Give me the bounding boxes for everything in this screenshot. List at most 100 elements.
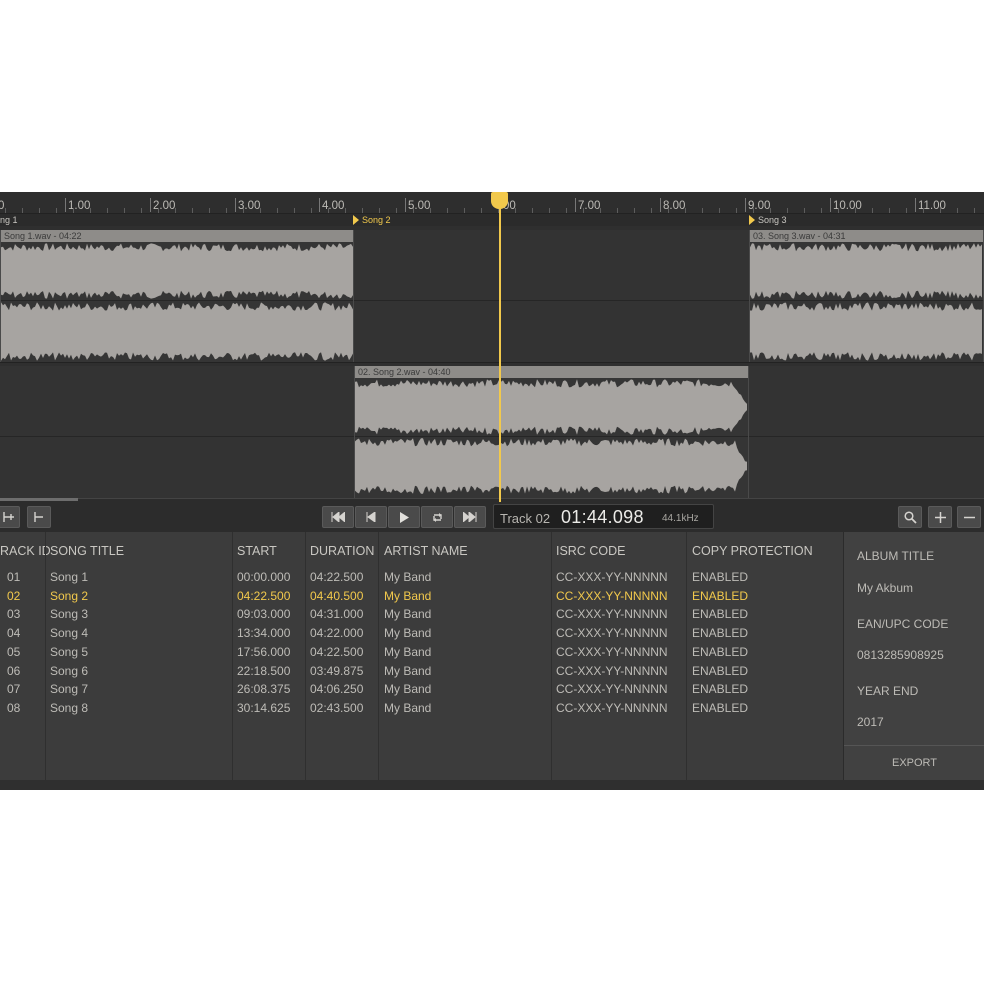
track-marker[interactable]: Song 3 xyxy=(749,214,787,226)
cell-isrc: CC-XXX-YY-NNNNN xyxy=(556,607,668,622)
cell-protection: ENABLED xyxy=(692,588,749,603)
export-button[interactable]: EXPORT xyxy=(844,746,984,780)
zoom-in-button[interactable] xyxy=(928,506,952,528)
cell-duration: 02:43.500 xyxy=(310,700,364,715)
current-time-readout: 01:44.098 xyxy=(561,507,644,527)
marker-label: Song 3 xyxy=(758,215,787,225)
skip-to-start-button[interactable] xyxy=(322,506,354,528)
waveform-right-channel xyxy=(355,437,748,495)
cell-artist: My Band xyxy=(384,626,432,641)
header-duration[interactable]: DURATION xyxy=(310,544,374,558)
skip-start-icon xyxy=(331,512,345,522)
ruler-minor-tick xyxy=(974,208,975,213)
ruler-minor-tick xyxy=(549,208,550,213)
ruler-minor-tick xyxy=(617,208,618,213)
loop-button[interactable] xyxy=(421,506,453,528)
ruler-minor-tick xyxy=(175,208,176,213)
ruler-minor-tick xyxy=(702,208,703,213)
ruler-minor-tick xyxy=(430,208,431,213)
channel-separator xyxy=(0,436,354,437)
ruler-minor-tick xyxy=(634,208,635,213)
ruler-minor-tick xyxy=(583,208,584,213)
marker-label: Song 2 xyxy=(362,215,391,225)
ruler-minor-tick xyxy=(243,208,244,213)
ruler-minor-tick xyxy=(124,208,125,213)
cell-protection: ENABLED xyxy=(692,607,749,622)
ruler-minor-tick xyxy=(464,208,465,213)
marker-flag-icon xyxy=(749,215,755,225)
ruler-minor-tick xyxy=(345,208,346,213)
track-area[interactable]: Song 1.wav - 04:22 02. Song 2.wav - 04:4… xyxy=(0,226,984,498)
cell-duration: 04:22.500 xyxy=(310,570,364,584)
cell-protection: ENABLED xyxy=(692,682,749,697)
cell-protection: ENABLED xyxy=(692,700,749,715)
transport-bar: Track 02 01:44.098 44.1kHz xyxy=(0,498,984,532)
marker-strip[interactable]: ong 1 Song 2 Song 3 xyxy=(0,214,984,226)
cell-duration: 04:06.250 xyxy=(310,682,364,697)
header-track-id[interactable]: RACK ID xyxy=(0,544,51,558)
ruler-minor-tick xyxy=(192,208,193,213)
track-marker[interactable]: ong 1 xyxy=(0,214,18,226)
ruler-minor-tick xyxy=(923,208,924,213)
zoom-in-icon xyxy=(934,511,946,523)
add-marker-icon xyxy=(3,512,14,522)
ruler-tick-label: 0 xyxy=(0,200,5,212)
cell-duration: 04:31.000 xyxy=(310,607,364,622)
clip-song-3[interactable]: 03. Song 3.wav - 04:31 xyxy=(749,230,984,362)
audio-editor-window: 0 1.00 2.00 3.00 4.00 5.00 00 7.00 8.00 9.00 10.00… xyxy=(0,192,984,790)
track-marker[interactable]: Song 2 xyxy=(353,214,391,226)
cell-artist: My Band xyxy=(384,588,432,603)
lane-divider xyxy=(0,362,984,363)
waveform-right-channel xyxy=(1,301,353,362)
cell-title: Song 3 xyxy=(50,607,89,622)
header-start[interactable]: START xyxy=(237,544,277,558)
ruler-minor-tick xyxy=(277,208,278,213)
previous-button[interactable] xyxy=(355,506,387,528)
ruler-minor-tick xyxy=(821,208,822,213)
clip-label: Song 1.wav - 04:22 xyxy=(1,230,353,242)
cell-duration: 04:22.000 xyxy=(310,626,364,641)
skip-to-end-button[interactable] xyxy=(454,506,486,528)
ruler-tick-label: 8.00 xyxy=(659,198,686,212)
zoom-out-button[interactable] xyxy=(957,506,981,528)
split-marker-button[interactable] xyxy=(27,506,51,528)
year-end-label: YEAR END xyxy=(857,684,919,698)
cell-start: 26:08.375 xyxy=(237,682,291,697)
year-end-field[interactable]: 2017 xyxy=(857,715,884,729)
status-bar xyxy=(0,780,984,790)
horizontal-scrollbar-thumb[interactable] xyxy=(0,498,78,501)
ruler-minor-tick xyxy=(872,208,873,213)
waveform-left-channel xyxy=(355,378,748,436)
header-song-title[interactable]: SONG TITLE xyxy=(50,544,124,558)
ruler-minor-tick xyxy=(56,208,57,213)
add-marker-button[interactable] xyxy=(0,506,20,528)
ruler-tick-label: 1.00 xyxy=(64,198,91,212)
ean-upc-field[interactable]: 0813285908925 xyxy=(857,648,944,662)
cell-artist: My Band xyxy=(384,700,432,715)
ruler-minor-tick xyxy=(396,208,397,213)
header-artist-name[interactable]: ARTIST NAME xyxy=(384,544,468,558)
ruler-minor-tick xyxy=(753,208,754,213)
cell-id: 06 xyxy=(7,663,21,678)
header-copy-protection[interactable]: COPY PROTECTION xyxy=(692,544,813,558)
playhead-line[interactable] xyxy=(499,196,501,502)
album-title-field[interactable]: My Akbum xyxy=(857,581,913,595)
time-display: Track 02 01:44.098 44.1kHz xyxy=(493,504,714,529)
playhead-handle[interactable] xyxy=(491,192,508,209)
cell-isrc: CC-XXX-YY-NNNNN xyxy=(556,644,668,659)
cell-artist: My Band xyxy=(384,682,432,697)
cell-duration: 03:49.875 xyxy=(310,663,364,678)
ruler-minor-tick xyxy=(362,208,363,213)
clip-song-2[interactable]: 02. Song 2.wav - 04:40 xyxy=(354,366,749,498)
play-button[interactable] xyxy=(388,506,420,528)
zoom-search-button[interactable] xyxy=(898,506,922,528)
ruler-minor-tick xyxy=(311,208,312,213)
ean-upc-label: EAN/UPC CODE xyxy=(857,617,949,631)
play-icon xyxy=(400,511,409,523)
clip-song-1[interactable]: Song 1.wav - 04:22 xyxy=(0,230,354,362)
ruler-minor-tick xyxy=(838,208,839,213)
cell-id: 07 xyxy=(7,682,21,697)
header-isrc-code[interactable]: ISRC CODE xyxy=(556,544,625,558)
zoom-out-icon xyxy=(963,516,975,518)
ruler-minor-tick xyxy=(413,208,414,213)
